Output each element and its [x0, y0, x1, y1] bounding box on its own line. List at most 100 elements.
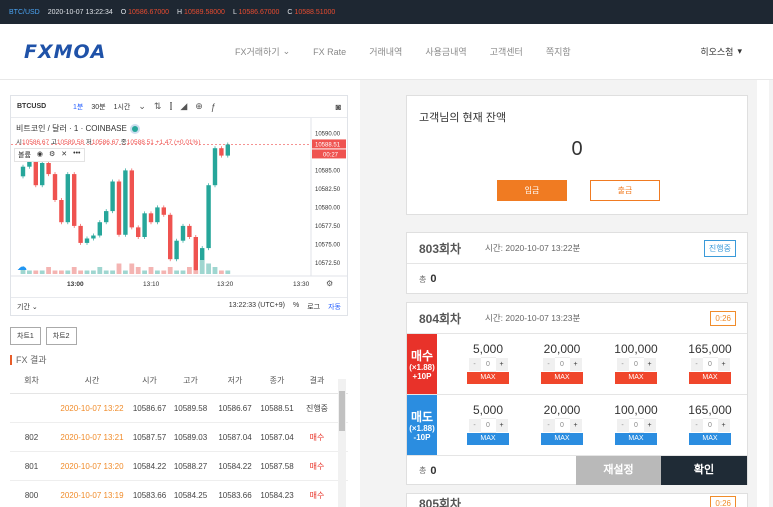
candle-body — [180, 225, 186, 241]
volume-legend[interactable]: 볼륨 ◉ ⚙ ✕ ••• — [14, 148, 85, 162]
increment-button[interactable]: + — [495, 419, 508, 432]
max-button[interactable]: MAX — [541, 372, 583, 384]
interval-1m[interactable]: 1분 — [73, 102, 83, 112]
increment-button[interactable]: + — [717, 358, 730, 371]
decrement-button[interactable]: - — [616, 419, 629, 432]
nav-fx-rate[interactable]: FX Rate — [313, 45, 346, 58]
candle-body — [161, 207, 166, 215]
amount-value: 20,000 — [543, 403, 581, 417]
amount-value: 5,000 — [472, 403, 504, 417]
reset-button[interactable]: 재설정 — [576, 456, 661, 485]
auto-toggle[interactable]: 자동 — [328, 302, 341, 312]
compare-icon[interactable]: ⇅ — [154, 101, 162, 112]
range-selector[interactable]: 기간 ⌄ — [17, 302, 38, 312]
max-button[interactable]: MAX — [689, 433, 731, 445]
max-button[interactable]: MAX — [541, 433, 583, 445]
volume-bar — [199, 260, 205, 274]
candle-type-icon[interactable]: ⫿ — [169, 101, 172, 112]
volume-bar — [84, 270, 90, 274]
ticker-symbol: BTC/USD — [9, 8, 40, 16]
volume-bar — [46, 267, 51, 274]
camera-icon[interactable]: ◙ — [336, 102, 341, 112]
accent-bar — [10, 354, 12, 365]
decrement-button[interactable]: - — [468, 358, 481, 371]
table-row[interactable]: 802 2020-10-07 13:21 10587.57 10589.03 1… — [10, 423, 348, 452]
time-tick-label: 13:00 — [67, 281, 84, 288]
increment-button[interactable]: + — [569, 419, 582, 432]
chart-symbol[interactable]: BTCUSD — [17, 103, 65, 110]
table-row[interactable]: 2020-10-07 13:22 10586.67 10589.58 10586… — [10, 394, 348, 423]
percent-toggle[interactable]: % — [293, 302, 299, 312]
quantity-value[interactable]: 0 — [628, 357, 644, 372]
max-button[interactable]: MAX — [689, 372, 731, 384]
volume-bar — [135, 267, 141, 274]
nav-usage-history[interactable]: 사용금내역 — [425, 45, 466, 58]
log-toggle[interactable]: 로그 — [307, 302, 320, 312]
decrement-button[interactable]: - — [542, 358, 555, 371]
user-menu[interactable]: 히오스첨 ▾ — [700, 45, 742, 58]
close-icon[interactable]: ✕ — [61, 150, 67, 160]
table-row[interactable]: 801 2020-10-07 13:20 10584.22 10588.27 1… — [10, 452, 348, 481]
ticker-high: H 10589.58000 — [177, 8, 225, 16]
chevron-down-icon[interactable]: ⌄ — [138, 101, 146, 112]
quantity-value[interactable]: 0 — [480, 357, 496, 372]
decrement-button[interactable]: - — [690, 358, 703, 371]
nav-fx-trade[interactable]: FX거래하기 ⌄ — [235, 45, 290, 58]
round-time: 시간: 2020-10-07 13:22분 — [485, 243, 581, 253]
site-logo[interactable]: FXMOA — [0, 41, 220, 63]
scrollbar-thumb[interactable] — [339, 391, 345, 431]
table-row[interactable]: 800 2020-10-07 13:19 10583.66 10584.25 1… — [10, 481, 348, 507]
decrement-button[interactable]: - — [468, 419, 481, 432]
max-button[interactable]: MAX — [467, 372, 509, 384]
countdown-label: 00:27 — [323, 152, 339, 158]
quantity-value[interactable]: 0 — [628, 418, 644, 433]
increment-button[interactable]: + — [717, 419, 730, 432]
quantity-value[interactable]: 0 — [702, 418, 718, 433]
quantity-value[interactable]: 0 — [480, 418, 496, 433]
nav-trade-history[interactable]: 거래내역 — [369, 45, 402, 58]
increment-button[interactable]: + — [569, 358, 582, 371]
max-button[interactable]: MAX — [615, 372, 657, 384]
add-indicator-icon[interactable]: ⊕ — [195, 101, 203, 112]
max-button[interactable]: MAX — [615, 433, 657, 445]
max-button[interactable]: MAX — [467, 433, 509, 445]
candle-body — [187, 225, 192, 237]
interval-1h[interactable]: 1시간 — [114, 102, 131, 112]
chart2-button[interactable]: 차트2 — [45, 327, 77, 345]
quantity-value[interactable]: 0 — [702, 357, 718, 372]
price-tick-label: 10580.00 — [315, 205, 341, 211]
countdown-badge: 0:26 — [710, 496, 736, 507]
function-icon[interactable]: ƒ — [211, 102, 216, 112]
eye-icon[interactable]: ◉ — [37, 150, 43, 160]
quantity-value[interactable]: 0 — [554, 357, 570, 372]
price-tick-label: 10585.00 — [315, 168, 341, 174]
increment-button[interactable]: + — [495, 358, 508, 371]
deposit-button[interactable]: 입금 — [497, 180, 567, 201]
confirm-button[interactable]: 확인 — [661, 456, 747, 485]
decrement-button[interactable]: - — [616, 358, 629, 371]
volume-bar — [219, 270, 224, 274]
table-scrollbar[interactable] — [338, 379, 346, 507]
increment-button[interactable]: + — [643, 358, 656, 371]
nav-customer-center[interactable]: 고객센터 — [490, 45, 523, 58]
more-icon[interactable]: ••• — [73, 150, 80, 160]
ticker-bar: BTC/USD 2020-10-07 13:22:34 O 10586.6700… — [0, 0, 773, 24]
decrement-button[interactable]: - — [542, 419, 555, 432]
balance-card: 고객님의 현재 잔액 0 입금 출금 — [406, 95, 748, 215]
volume-bar — [39, 270, 45, 274]
chart1-button[interactable]: 차트1 — [10, 327, 41, 345]
sell-label: 매도 (×1.88) -10P — [407, 395, 437, 455]
quantity-value[interactable]: 0 — [554, 418, 570, 433]
ticker-close: C 10588.51000 — [287, 8, 336, 16]
increment-button[interactable]: + — [643, 419, 656, 432]
price-chart[interactable]: BTCUSD 1분 30분 1시간 ⌄ ⇅ ⫿ ◢ ⊕ ƒ ◙ 10590.00… — [10, 95, 348, 316]
decrement-button[interactable]: - — [690, 419, 703, 432]
volume-bar — [193, 270, 199, 274]
page-scrollbar[interactable] — [757, 80, 769, 507]
area-chart-icon[interactable]: ◢ — [180, 101, 187, 112]
nav-messages[interactable]: 쪽지함 — [546, 45, 571, 58]
settings-icon[interactable]: ⚙ — [49, 150, 55, 160]
candle-body — [20, 166, 26, 177]
interval-30m[interactable]: 30분 — [91, 102, 105, 112]
withdraw-button[interactable]: 출금 — [590, 180, 660, 201]
